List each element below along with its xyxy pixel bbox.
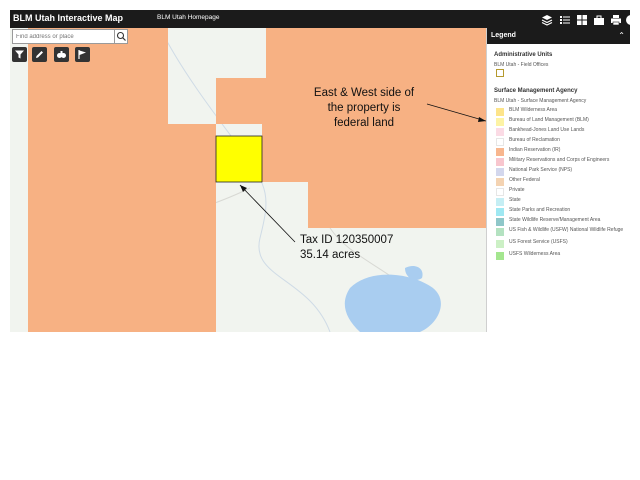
filter-button[interactable]: [12, 47, 27, 62]
measure-button[interactable]: [54, 47, 69, 62]
annotation-line: Tax ID 120350007: [300, 234, 394, 246]
blm-map-app: BLM Utah Interactive Map BLM Utah Homepa…: [10, 10, 630, 332]
legend-swatch: [496, 188, 504, 196]
map-canvas: [28, 28, 486, 332]
list-icon[interactable]: [559, 13, 571, 25]
legend-item: US Forest Service (USFS): [496, 239, 630, 249]
legend-label: State: [509, 197, 521, 203]
legend-label: State Parks and Recreation: [509, 207, 571, 213]
bookmark-button[interactable]: [75, 47, 90, 62]
legend-item: Bankhead-Jones Land Use Lands: [496, 127, 630, 137]
legend-label: US Forest Service (USFS): [509, 239, 568, 245]
arrow-to-parcel: [239, 184, 296, 243]
legend-title: Legend: [491, 32, 516, 39]
address-search: [12, 29, 128, 44]
federal-land-west: [28, 28, 216, 332]
field-offices-layer: BLM Utah - Field Offices: [494, 62, 549, 68]
legend-item: BLM Wilderness Area: [496, 107, 630, 117]
legend-label: Indian Reservation (IR): [509, 147, 561, 153]
legend-item: Other Federal: [496, 177, 630, 187]
legend-item: Bureau of Reclamation: [496, 137, 630, 147]
legend-swatch: [496, 228, 504, 236]
blm-utah-homepage-link[interactable]: BLM Utah Homepage: [157, 14, 220, 21]
annotation-line: federal land: [333, 117, 395, 129]
filter-icon: [15, 50, 24, 59]
federal-land-annotation: East & West side of the property is fede…: [306, 86, 422, 131]
subject-parcel: [215, 135, 263, 183]
field-office-swatch: [496, 69, 504, 77]
app-title: BLM Utah Interactive Map: [13, 13, 124, 23]
legend-item: Private: [496, 187, 630, 197]
legend-swatch: [496, 178, 504, 186]
legend-swatch: [496, 118, 504, 126]
search-button[interactable]: [114, 30, 127, 43]
legend-swatch: [496, 108, 504, 116]
legend-swatch: [496, 168, 504, 176]
chevron-up-icon[interactable]: ⌃: [618, 31, 625, 40]
legend-swatch: [496, 128, 504, 136]
legend-swatch: [496, 208, 504, 216]
search-input[interactable]: [13, 30, 115, 43]
binoculars-icon: [57, 51, 66, 58]
legend-label: Bureau of Reclamation: [509, 137, 560, 143]
annotation-line: 35.14 acres: [300, 249, 361, 261]
legend-header[interactable]: Legend ⌃: [487, 28, 630, 44]
legend-swatch: [496, 148, 504, 156]
layers-icon[interactable]: [541, 13, 553, 26]
legend-label: Other Federal: [509, 177, 540, 183]
legend-item: State Parks and Recreation: [496, 207, 630, 217]
legend-swatch: [496, 218, 504, 226]
app-header: BLM Utah Interactive Map BLM Utah Homepa…: [10, 10, 630, 28]
legend-label: BLM Wilderness Area: [509, 107, 558, 113]
legend-swatch: [496, 138, 504, 146]
grid-icon[interactable]: [576, 13, 588, 25]
info-icon[interactable]: [625, 13, 630, 25]
admin-units-title: Administrative Units: [494, 52, 553, 58]
legend-label: National Park Service (NPS): [509, 167, 573, 173]
annotation-line: the property is: [327, 102, 401, 114]
legend-label: Military Reservations and Corps of Engin…: [509, 157, 610, 163]
legend-item: US Fish & Wildlife (USFW) National Wildl…: [496, 227, 630, 237]
pencil-icon: [36, 51, 43, 58]
briefcase-icon[interactable]: [593, 13, 605, 25]
legend-item: Indian Reservation (IR): [496, 147, 630, 157]
legend-swatch: [496, 158, 504, 166]
tax-id-annotation: Tax ID 120350007 35.14 acres: [300, 233, 393, 263]
legend-swatch: [496, 240, 504, 248]
lake: [344, 274, 441, 332]
flag-icon: [78, 50, 86, 59]
legend-panel: Legend ⌃ Administrative Units BLM Utah -…: [486, 28, 630, 332]
search-icon: [116, 31, 126, 41]
legend-label: Bureau of Land Management (BLM): [509, 117, 589, 123]
legend-item: Bureau of Land Management (BLM): [496, 117, 630, 127]
legend-label: Private: [509, 187, 525, 193]
legend-swatch: [496, 198, 504, 206]
legend-label: USFS Wilderness Area: [509, 251, 561, 257]
legend-label: US Fish & Wildlife (USFW) National Wildl…: [509, 227, 624, 233]
draw-button[interactable]: [32, 47, 47, 62]
legend-item: State: [496, 197, 630, 207]
surface-mgmt-layer: BLM Utah - Surface Management Agency: [494, 98, 587, 104]
legend-item: National Park Service (NPS): [496, 167, 630, 177]
legend-item: Military Reservations and Corps of Engin…: [496, 157, 630, 167]
print-icon[interactable]: [610, 13, 622, 26]
annotation-line: East & West side of: [313, 87, 415, 99]
legend-label: Bankhead-Jones Land Use Lands: [509, 127, 585, 133]
legend-item: USFS Wilderness Area: [496, 251, 630, 261]
map-view[interactable]: East & West side of the property is fede…: [10, 28, 486, 332]
legend-label: State Wildlife Reserve/Management Area: [509, 217, 601, 223]
legend-swatch: [496, 252, 504, 260]
surface-mgmt-title: Surface Management Agency: [494, 88, 578, 94]
legend-item: State Wildlife Reserve/Management Area: [496, 217, 630, 227]
